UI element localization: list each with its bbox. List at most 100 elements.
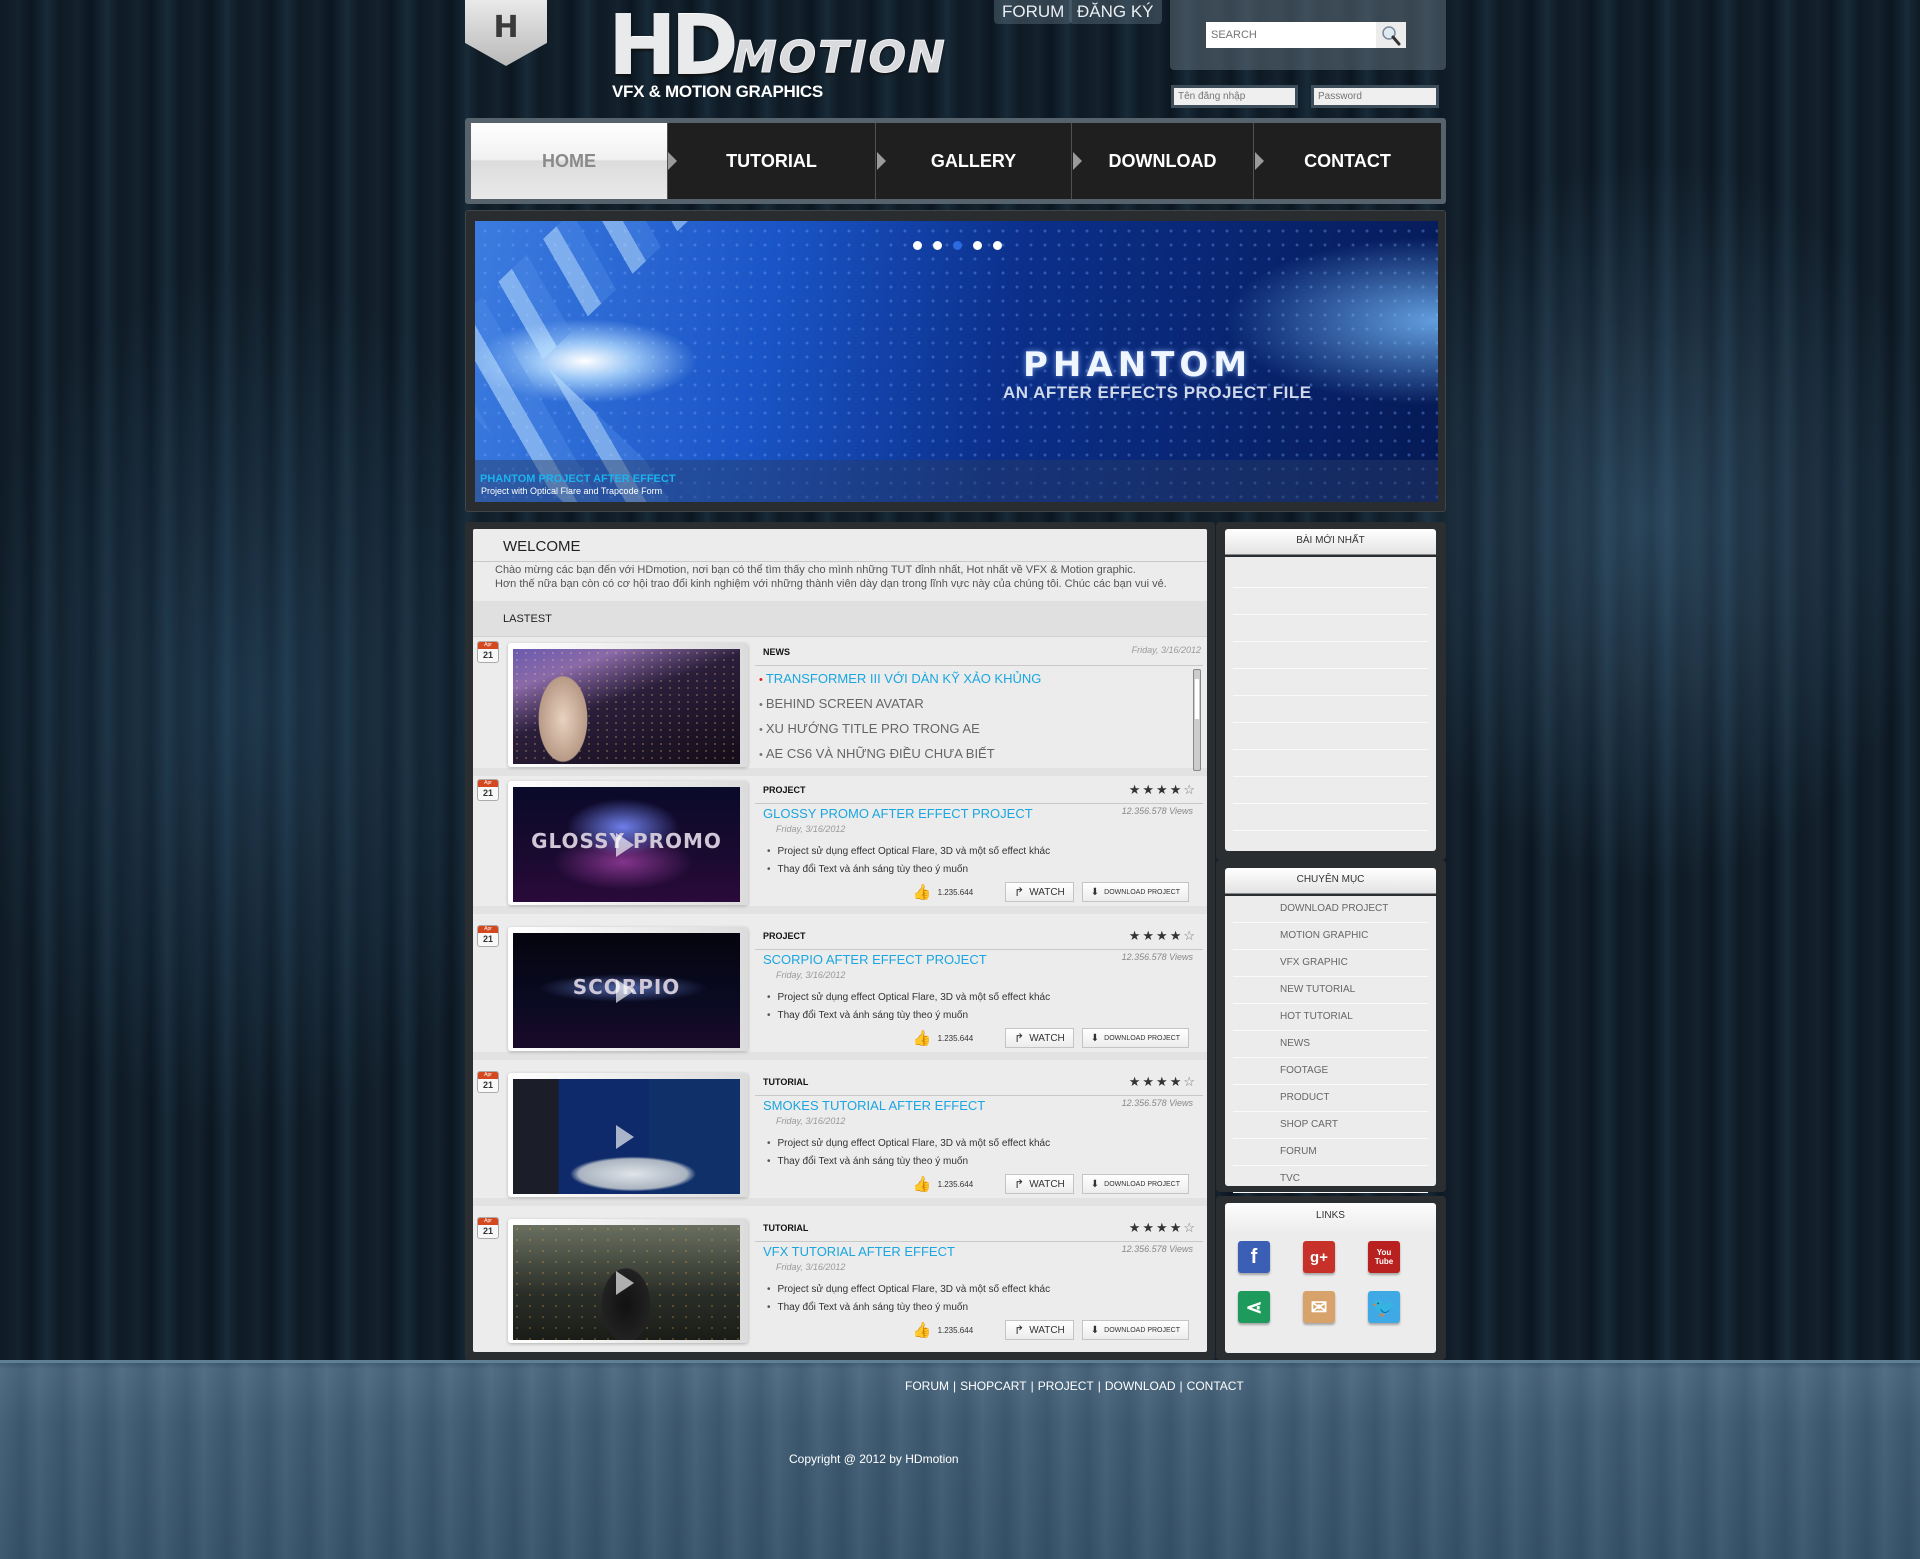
scrollbar-thumb[interactable] [1195,679,1199,719]
post-title[interactable]: VFX TUTORIAL AFTER EFFECT [763,1244,955,1259]
star-empty-icon[interactable]: ☆ [1183,928,1197,943]
news-item[interactable]: TRANSFORMER III VỚI DÀN KỸ XẢO KHỦNG [759,666,1042,691]
star-filled-icon[interactable]: ★ [1142,1074,1156,1089]
list-row[interactable] [1233,669,1428,696]
star-empty-icon[interactable]: ☆ [1183,1220,1197,1235]
star-filled-icon[interactable]: ★ [1170,1220,1184,1235]
watch-button[interactable]: ↱ WATCH [1005,1320,1074,1340]
thumbs-up-icon[interactable]: 👍 [913,1321,932,1339]
play-icon[interactable] [616,1271,634,1295]
banner-image[interactable]: PHANTOM AN AFTER EFFECTS PROJECT FILE PH… [475,221,1438,502]
list-row[interactable] [1233,615,1428,642]
list-row[interactable] [1233,696,1428,723]
category-item[interactable]: HOT TUTORIAL [1233,1004,1428,1031]
news-item[interactable]: AE CS6 VÀ NHỮNG ĐIỀU CHƯA BIẾT [759,741,1041,766]
footer-link[interactable]: FORUM [905,1379,949,1393]
post-title[interactable]: GLOSSY PROMO AFTER EFFECT PROJECT [763,806,1033,821]
list-row[interactable] [1233,642,1428,669]
username-field[interactable] [1171,85,1298,108]
play-icon[interactable] [616,1125,634,1149]
post-thumbnail[interactable] [513,1225,740,1340]
news-item[interactable]: BEHIND SCREEN AVATAR [759,691,1041,716]
play-icon[interactable] [616,833,634,857]
star-filled-icon[interactable]: ★ [1156,1074,1170,1089]
footer-link[interactable]: CONTACT [1187,1379,1244,1393]
category-item[interactable]: MOTION GRAPHIC [1233,923,1428,950]
thumbnail-frame[interactable] [508,1219,748,1343]
footer-link[interactable]: DOWNLOAD [1105,1379,1176,1393]
star-empty-icon[interactable]: ☆ [1183,1074,1197,1089]
category-item[interactable]: VFX GRAPHIC [1233,950,1428,977]
list-row[interactable] [1233,804,1428,831]
download-project-button[interactable]: ⬇ DOWNLOAD PROJECT [1081,1320,1189,1340]
post-title[interactable]: SCORPIO AFTER EFFECT PROJECT [763,952,987,967]
news-item[interactable]: XU HƯỚNG TITLE PRO TRONG AE [759,716,1041,741]
slider-dot[interactable] [933,241,942,250]
download-project-button[interactable]: ⬇ DOWNLOAD PROJECT [1081,1174,1189,1194]
footer-link[interactable]: PROJECT [1038,1379,1094,1393]
search-input[interactable] [1206,22,1376,48]
watch-button[interactable]: ↱ WATCH [1005,882,1074,902]
facebook-icon[interactable]: f [1238,1241,1270,1273]
thumbs-up-icon[interactable]: 👍 [913,1029,932,1047]
star-empty-icon[interactable]: ☆ [1183,782,1197,797]
nav-item-home[interactable]: HOME [471,123,668,199]
star-filled-icon[interactable]: ★ [1142,782,1156,797]
email-icon[interactable]: ✉ [1303,1291,1335,1323]
slider-dot-active[interactable] [953,241,962,250]
star-filled-icon[interactable]: ★ [1170,928,1184,943]
nav-item-download[interactable]: DOWNLOAD [1072,123,1254,199]
thumbnail-frame[interactable]: GLOSSY PROMO [508,781,748,905]
news-thumbnail[interactable] [513,649,740,764]
footer-link[interactable]: SHOPCART [960,1379,1026,1393]
search-button[interactable] [1376,22,1406,48]
nav-item-contact[interactable]: CONTACT [1254,123,1441,199]
star-filled-icon[interactable]: ★ [1129,782,1143,797]
nav-item-gallery[interactable]: GALLERY [876,123,1072,199]
watch-button[interactable]: ↱ WATCH [1005,1174,1074,1194]
thumbnail-frame[interactable] [508,643,748,767]
category-item[interactable]: NEWS [1233,1031,1428,1058]
youtube-icon[interactable]: You Tube [1368,1241,1400,1273]
logo-badge[interactable]: H [465,0,547,66]
star-filled-icon[interactable]: ★ [1142,928,1156,943]
banner-caption-title[interactable]: PHANTOM PROJECT AFTER EFFECT [480,473,676,485]
nav-item-tutorial[interactable]: TUTORIAL [668,123,876,199]
list-row[interactable] [1233,723,1428,750]
google-plus-icon[interactable]: g+ [1303,1241,1335,1273]
category-item[interactable]: NEW TUTORIAL [1233,977,1428,1004]
list-row[interactable] [1233,777,1428,804]
category-item[interactable]: DOWNLOAD PROJECT [1233,896,1428,923]
slider-dot[interactable] [973,241,982,250]
download-project-button[interactable]: ⬇ DOWNLOAD PROJECT [1081,882,1189,902]
logo-hd[interactable]: HD [608,6,739,88]
download-project-button[interactable]: ⬇ DOWNLOAD PROJECT [1081,1028,1189,1048]
watch-button[interactable]: ↱ WATCH [1005,1028,1074,1048]
logo-motion[interactable]: MOTION [733,35,947,80]
star-filled-icon[interactable]: ★ [1129,1074,1143,1089]
star-filled-icon[interactable]: ★ [1129,1220,1143,1235]
slider-dot[interactable] [913,241,922,250]
list-row[interactable] [1233,750,1428,777]
category-item[interactable]: TVC [1233,1166,1428,1193]
list-row[interactable] [1233,561,1428,588]
news-scrollbar[interactable] [1193,669,1201,771]
category-item[interactable]: FORUM [1233,1139,1428,1166]
post-thumbnail[interactable]: GLOSSY PROMO [513,787,740,902]
star-filled-icon[interactable]: ★ [1129,928,1143,943]
post-thumbnail[interactable]: SCORPIO [513,933,740,1048]
post-thumbnail[interactable] [513,1079,740,1194]
thumbnail-frame[interactable]: SCORPIO [508,927,748,1051]
star-filled-icon[interactable]: ★ [1156,782,1170,797]
top-link-forum[interactable]: FORUM [994,0,1073,24]
category-item[interactable]: FOOTAGE [1233,1058,1428,1085]
star-filled-icon[interactable]: ★ [1156,1220,1170,1235]
list-row[interactable] [1233,588,1428,615]
thumbs-up-icon[interactable]: 👍 [913,1175,932,1193]
star-filled-icon[interactable]: ★ [1170,782,1184,797]
play-icon[interactable] [616,979,634,1003]
star-filled-icon[interactable]: ★ [1156,928,1170,943]
share-icon[interactable]: ⋖ [1238,1291,1270,1323]
top-link-register[interactable]: ĐĂNG KÝ [1069,0,1162,24]
post-title[interactable]: SMOKES TUTORIAL AFTER EFFECT [763,1098,985,1113]
